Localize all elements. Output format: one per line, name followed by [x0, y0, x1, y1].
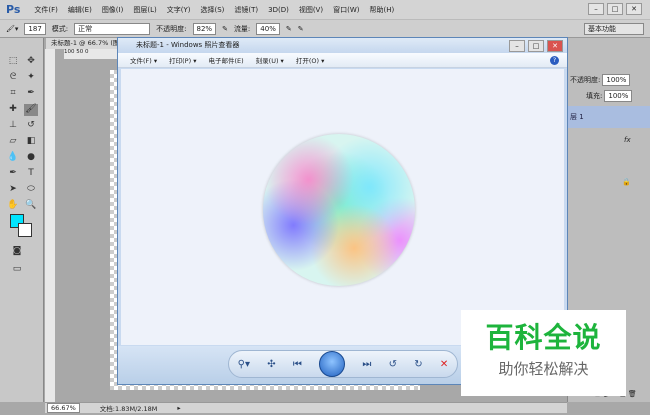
slideshow-button[interactable] — [319, 351, 346, 377]
fill-label: 填充: — [586, 92, 603, 100]
quick-select-icon[interactable]: ✦ — [24, 72, 38, 84]
options-bar: 🖌▾ 187 模式: 正常 不透明度: 82% ✎ 流量: 40% ✎ ✎ 基本… — [0, 19, 650, 38]
layer-name: 层 1 — [570, 113, 584, 121]
pressure-size-icon[interactable]: ✎ — [298, 25, 304, 33]
actual-size-icon[interactable]: ✣ — [267, 359, 275, 370]
previous-icon[interactable]: ⏮ — [293, 359, 302, 370]
menu-view[interactable]: 视图(V) — [299, 5, 323, 15]
healing-brush-icon[interactable]: ✚ — [6, 104, 20, 116]
viewer-close[interactable]: ✕ — [547, 40, 563, 52]
viewer-menu-email[interactable]: 电子邮件(E) — [208, 55, 243, 65]
viewer-menu-open[interactable]: 打开(O) ▾ — [296, 55, 325, 65]
mode-select[interactable]: 正常 — [74, 22, 151, 35]
type-icon[interactable]: T — [24, 168, 38, 180]
opacity-label: 不透明度: — [156, 24, 187, 33]
flow-label: 流量: — [233, 24, 251, 33]
viewer-minimize[interactable]: – — [509, 40, 525, 52]
vertical-ruler — [45, 49, 55, 402]
quick-mask-icon[interactable]: ◙ — [10, 246, 24, 258]
brush-size-picker[interactable]: 187 — [24, 22, 46, 35]
zoom-icon[interactable]: 🔍 — [24, 200, 38, 212]
menu-select[interactable]: 选择(S) — [200, 5, 224, 15]
viewer-maximize[interactable]: □ — [528, 40, 544, 52]
eyedropper-icon[interactable]: ✒ — [24, 88, 38, 100]
document-tab[interactable]: 未标题-1 @ 66.7% (图 — [46, 38, 121, 49]
minimize-button[interactable]: – — [588, 3, 604, 15]
pressure-opacity-icon[interactable]: ✎ — [222, 25, 228, 33]
next-icon[interactable]: ⏭ — [362, 359, 371, 370]
menu-layer[interactable]: 图层(L) — [133, 5, 156, 15]
viewer-menu-print[interactable]: 打印(P) ▾ — [169, 55, 196, 65]
status-menu-arrow[interactable]: ▸ — [177, 404, 180, 412]
hand-icon[interactable]: ✋ — [6, 200, 20, 212]
layer-opacity-label: 不透明度: — [570, 76, 601, 84]
flow-field[interactable]: 40% — [256, 22, 280, 35]
brush-tool-icon[interactable]: 🖌 — [24, 104, 38, 116]
watermark-title: 百科全说 — [485, 321, 602, 354]
horizontal-ruler: 100 50 0 — [64, 49, 124, 59]
lock-icon: 🔒 — [622, 178, 631, 186]
viewer-menu: 文件(F) ▾ 打印(P) ▾ 电子邮件(E) 刻录(U) ▾ 打开(O) ▾ … — [118, 53, 567, 68]
menu-edit[interactable]: 编辑(E) — [68, 5, 92, 15]
screen-mode-icon[interactable]: ▭ — [10, 264, 24, 276]
watermark-subtitle: 助你轻松解决 — [498, 360, 589, 378]
pen-icon[interactable]: ✒ — [6, 168, 20, 180]
image-display — [121, 69, 564, 345]
menu-window[interactable]: 窗口(W) — [333, 5, 359, 15]
background-color[interactable] — [18, 223, 32, 237]
photoshop-logo: Ps — [6, 3, 21, 16]
menu-filter[interactable]: 滤镜(T) — [234, 5, 258, 15]
dodge-icon[interactable]: ● — [24, 152, 38, 164]
marquee-tool-icon[interactable]: ⬚ — [6, 56, 20, 68]
menu-type[interactable]: 文字(Y) — [167, 5, 191, 15]
viewer-menu-file[interactable]: 文件(F) ▾ — [130, 55, 157, 65]
fill-field[interactable]: 100% — [604, 90, 633, 102]
menu-image[interactable]: 图像(I) — [102, 5, 124, 15]
delete-icon[interactable]: ✕ — [440, 359, 448, 370]
gradient-sphere-image — [263, 134, 415, 286]
menu-help[interactable]: 帮助(H) — [369, 5, 394, 15]
layer-row-selected[interactable]: 层 1 — [568, 106, 650, 128]
viewer-menu-burn[interactable]: 刻录(U) ▾ — [256, 55, 284, 65]
brush-icon[interactable]: 🖌▾ — [6, 25, 18, 33]
maximize-button[interactable]: □ — [607, 3, 623, 15]
viewer-title: 未标题-1 - Windows 照片查看器 — [118, 38, 567, 53]
path-select-icon[interactable]: ➤ — [6, 184, 20, 196]
stamp-tool-icon[interactable]: ⊥ — [6, 120, 20, 132]
layer-opacity-field[interactable]: 100% — [602, 74, 631, 86]
status-bar: 66.67% 文档:1.83M/2.18M ▸ — [45, 402, 567, 413]
airbrush-icon[interactable]: ✎ — [286, 25, 292, 33]
blur-icon[interactable]: 💧 — [6, 152, 20, 164]
eraser-icon[interactable]: ▱ — [6, 136, 20, 148]
ellipse-icon[interactable]: ⬭ — [24, 184, 38, 196]
rotate-cw-icon[interactable]: ↻ — [414, 359, 422, 370]
opacity-field[interactable]: 82% — [192, 22, 217, 35]
move-tool-icon[interactable]: ✥ — [24, 56, 38, 68]
menu-file[interactable]: 文件(F) — [34, 5, 58, 15]
doc-size: 文档:1.83M/2.18M — [99, 405, 158, 413]
workspace-select[interactable]: 基本功能 — [584, 22, 644, 35]
mode-label: 模式: — [51, 24, 69, 33]
history-brush-icon[interactable]: ↺ — [24, 120, 38, 132]
zoom-icon[interactable]: ⚲▾ — [238, 359, 250, 370]
lasso-tool-icon[interactable]: ᘓ — [6, 72, 20, 84]
crop-tool-icon[interactable]: ⌗ — [6, 88, 20, 100]
menu-3d[interactable]: 3D(D) — [268, 6, 289, 14]
close-button[interactable]: ✕ — [626, 3, 642, 15]
toolbox: ⬚ ✥ ᘓ ✦ ⌗ ✒ ✚ 🖌 ⊥ ↺ ▱ ◧ 💧 ● ✒ T ➤ ⬭ ✋ 🔍 … — [0, 38, 44, 402]
menu-bar: Ps 文件(F) 编辑(E) 图像(I) 图层(L) 文字(Y) 选择(S) 滤… — [0, 0, 650, 19]
rotate-ccw-icon[interactable]: ↺ — [389, 359, 397, 370]
layer-fx[interactable]: fx — [624, 136, 631, 144]
watermark: 百科全说 助你轻松解决 — [461, 310, 626, 396]
help-icon[interactable]: ? — [550, 55, 559, 65]
zoom-level[interactable]: 66.67% — [47, 403, 80, 413]
gradient-icon[interactable]: ◧ — [24, 136, 38, 148]
